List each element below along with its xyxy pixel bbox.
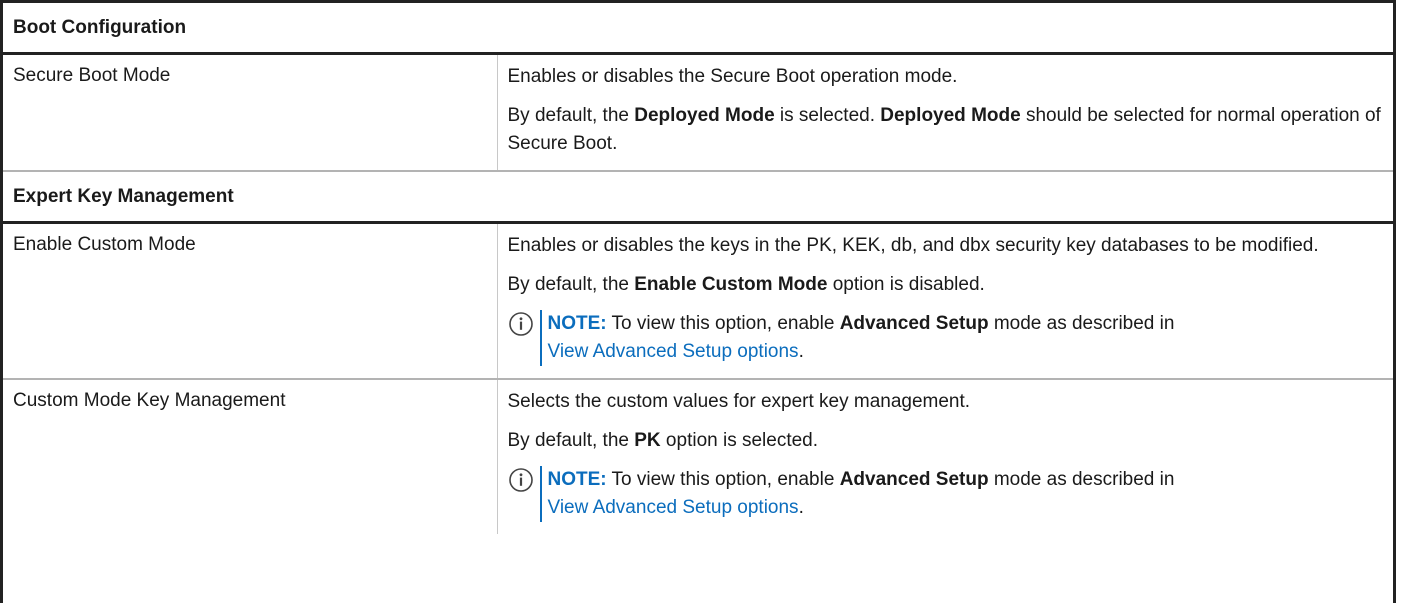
note-body: NOTE: To view this option, enable Advanc… <box>539 310 1175 366</box>
note-pre: To view this option, enable <box>606 313 840 334</box>
default-bold-1: Deployed Mode <box>634 105 775 126</box>
note-body: NOTE: To view this option, enable Advanc… <box>539 466 1175 522</box>
view-advanced-setup-link[interactable]: View Advanced Setup options <box>548 497 799 518</box>
setting-row-secure-boot-mode: Secure Boot Mode Enables or disables the… <box>3 53 1393 172</box>
description-text: Enables or disables the Secure Boot oper… <box>507 66 958 87</box>
note-end: . <box>798 341 804 362</box>
section-header-expert-key-management: Expert Key Management <box>3 171 1393 224</box>
section-title: Expert Key Management <box>3 171 1393 224</box>
setting-description: Enables or disables the keys in the PK, … <box>496 222 1393 380</box>
note-bold: Advanced Setup <box>839 469 989 490</box>
default-text: By default, the PK option is selected. <box>508 427 1384 455</box>
bios-settings-table: Boot Configuration Secure Boot Mode Enab… <box>3 3 1393 534</box>
default-bold-1: Enable Custom Mode <box>634 274 828 295</box>
note-bold: Advanced Setup <box>839 313 989 334</box>
section-title: Boot Configuration <box>3 3 1393 55</box>
section-header-boot-configuration: Boot Configuration <box>3 3 1393 55</box>
note-callout: NOTE: To view this option, enable Advanc… <box>508 466 1384 522</box>
settings-table-container: Boot Configuration Secure Boot Mode Enab… <box>0 0 1396 603</box>
setting-row-enable-custom-mode: Enable Custom Mode Enables or disables t… <box>3 222 1393 380</box>
view-advanced-setup-link[interactable]: View Advanced Setup options <box>548 341 799 362</box>
setting-description: Selects the custom values for expert key… <box>496 379 1393 534</box>
default-pre: By default, the <box>507 274 635 295</box>
default-pre: By default, the <box>507 430 635 451</box>
default-text: By default, the Enable Custom Mode optio… <box>508 271 1384 299</box>
note-label: NOTE: <box>547 469 607 490</box>
default-post: option is selected. <box>660 430 819 451</box>
default-pre: By default, the <box>507 105 635 126</box>
description-text: Enables or disables the keys in the PK, … <box>507 235 1319 256</box>
default-bold-2: Deployed Mode <box>880 105 1021 126</box>
note-pre: To view this option, enable <box>606 469 840 490</box>
note-post: mode as described in <box>988 469 1175 490</box>
info-circle-icon <box>508 311 534 337</box>
setting-name: Custom Mode Key Management <box>13 390 286 411</box>
note-post: mode as described in <box>988 313 1175 334</box>
note-callout: NOTE: To view this option, enable Advanc… <box>508 310 1384 366</box>
default-post: option is disabled. <box>827 274 985 295</box>
setting-description: Enables or disables the Secure Boot oper… <box>496 53 1393 172</box>
setting-name: Enable Custom Mode <box>3 222 497 380</box>
note-end: . <box>798 497 804 518</box>
note-label: NOTE: <box>547 313 607 334</box>
setting-row-custom-mode-key-management: Custom Mode Key Management Selects the c… <box>3 379 1393 534</box>
setting-name: Secure Boot Mode <box>3 53 497 172</box>
default-mid: is selected. <box>774 105 881 126</box>
description-text: Selects the custom values for expert key… <box>507 391 971 412</box>
default-bold-1: PK <box>634 430 661 451</box>
info-circle-icon <box>508 467 534 493</box>
default-text: By default, the Deployed Mode is selecte… <box>508 102 1384 158</box>
